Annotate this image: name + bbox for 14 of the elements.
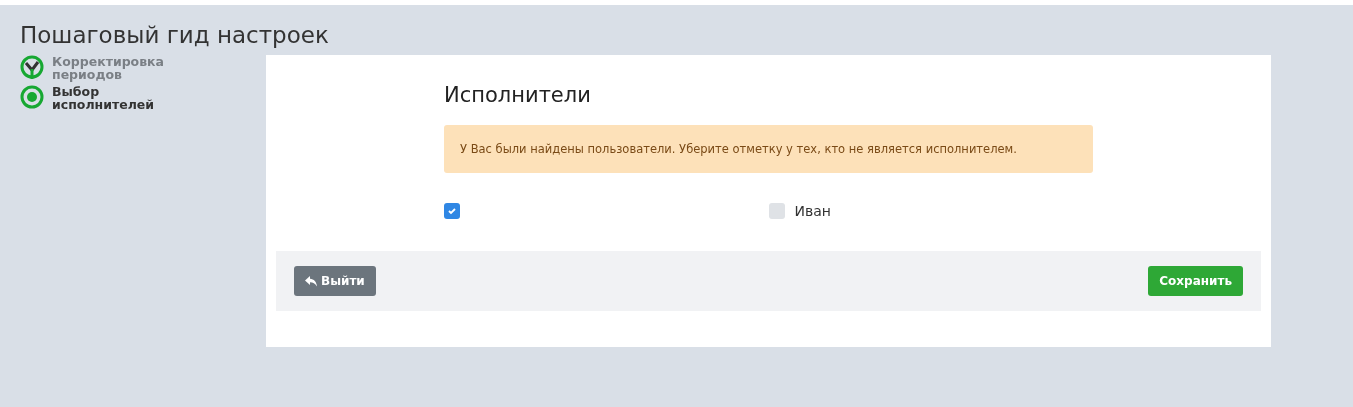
user-name: Иван	[794, 203, 831, 219]
reply-arrow-icon	[305, 275, 317, 287]
checkbox[interactable]	[444, 203, 460, 219]
check-icon	[447, 206, 457, 216]
check-icon	[20, 55, 44, 79]
step-label: Выбор исполнителей	[52, 85, 156, 111]
exit-button[interactable]: Выйти	[294, 266, 376, 296]
checkbox[interactable]	[768, 203, 785, 219]
section-heading: Исполнители	[444, 82, 592, 109]
step-label: Корректировка периодов	[52, 55, 166, 81]
alert-message: У Вас были найдены пользователи. Уберите отметку у тех, кто не является исполнителем.	[444, 125, 1093, 173]
save-button[interactable]: Сохранить	[1148, 266, 1243, 296]
current-step-icon	[20, 85, 44, 109]
page-title: Пошаговый гид настроек	[20, 21, 330, 49]
